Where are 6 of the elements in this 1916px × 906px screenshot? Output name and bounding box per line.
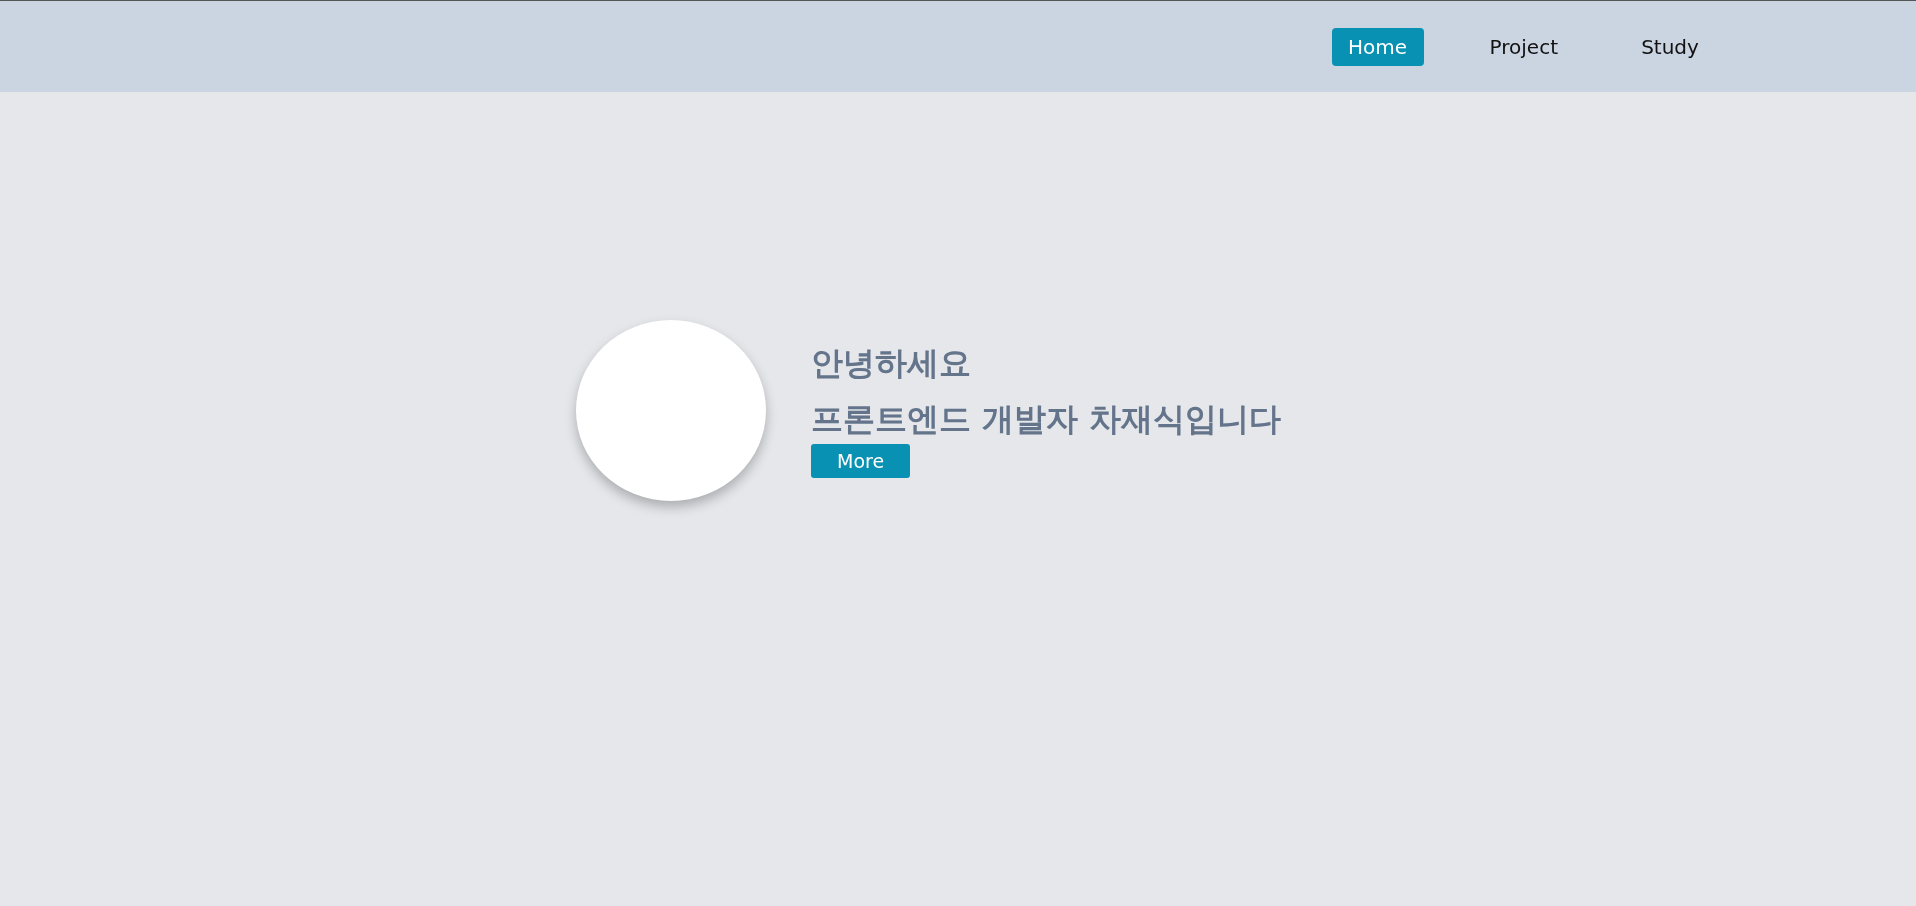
more-button[interactable]: More xyxy=(811,444,911,479)
intro-text: 프론트엔드 개발자 차재식입니다 xyxy=(811,398,1282,440)
nav-link[interactable]: Home xyxy=(1331,27,1424,66)
nav-link[interactable]: Project xyxy=(1473,27,1574,66)
nav-link[interactable]: Study xyxy=(1624,27,1716,66)
greeting-text: 안녕하세요 xyxy=(811,342,971,384)
